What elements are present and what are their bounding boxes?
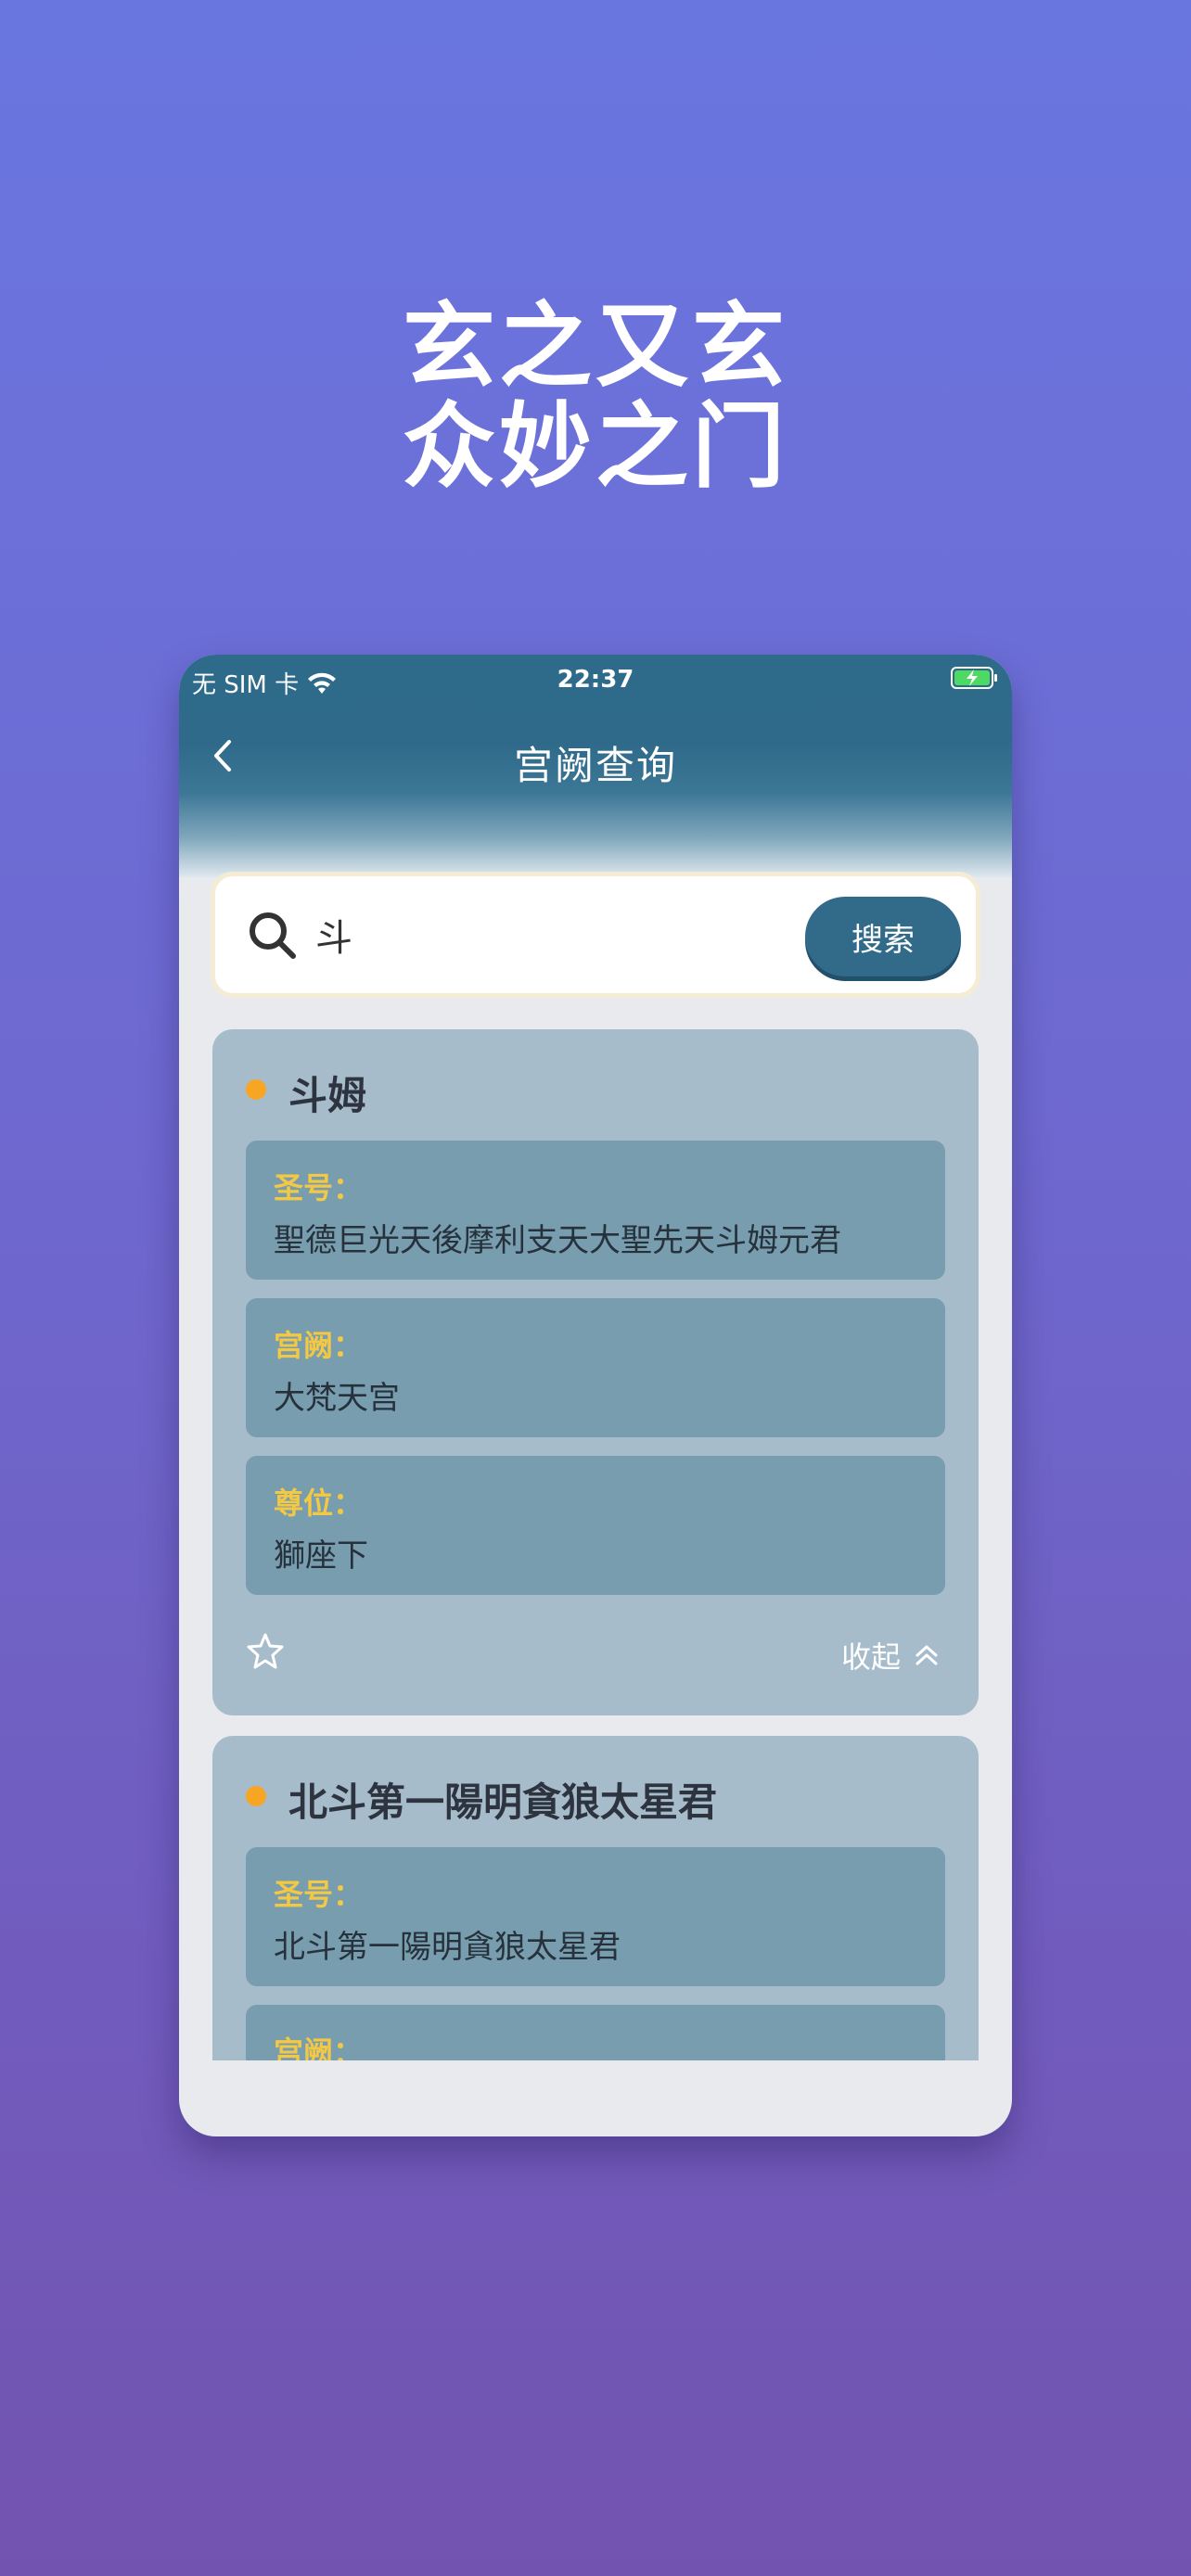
result-card[interactable]: 斗姆 圣号： 聖德巨光天後摩利支天大聖先天斗姆元君 宫阙： 大梵天宫 尊位： 獅… xyxy=(212,1029,979,1715)
search-bar: 搜索 xyxy=(211,872,980,998)
field-label: 尊位： xyxy=(274,1486,364,1521)
field-value: 北斗第一陽明貪狼太星君 xyxy=(274,1929,621,1966)
search-button[interactable]: 搜索 xyxy=(805,897,961,976)
field-holy-name: 圣号： 北斗第一陽明貪狼太星君 xyxy=(246,1847,945,1986)
page-title: 宫阙查询 xyxy=(513,743,677,788)
field-value: 大梵天宫 xyxy=(274,1380,400,1417)
field-label: 圣号： xyxy=(274,1170,364,1205)
field-label: 宫阙： xyxy=(274,2034,364,2060)
battery-charging-icon xyxy=(951,667,997,689)
field-palace: 宫阙： xyxy=(246,2005,945,2060)
collapse-button[interactable]: 收起 xyxy=(841,1634,941,1677)
promo-headline: 玄之又玄 众妙之门 xyxy=(0,297,1191,497)
field-rank: 尊位： 獅座下 xyxy=(246,1456,945,1595)
result-card[interactable]: 北斗第一陽明貪狼太星君 圣号： 北斗第一陽明貪狼太星君 宫阙： xyxy=(212,1736,979,2060)
headline-line-1: 玄之又玄 xyxy=(403,292,788,401)
nav-bar: 宫阙查询 xyxy=(179,710,1012,803)
star-icon[interactable] xyxy=(246,1632,285,1671)
result-title: 北斗第一陽明貪狼太星君 xyxy=(288,1779,718,1825)
bullet-dot xyxy=(246,1786,266,1806)
phone-screen: 无 SIM 卡 22:37 宫阙查询 搜索 xyxy=(179,655,1012,2136)
status-bar: 无 SIM 卡 22:37 xyxy=(179,655,1012,710)
bullet-dot xyxy=(246,1079,266,1100)
field-palace: 宫阙： 大梵天宫 xyxy=(246,1298,945,1437)
status-time: 22:37 xyxy=(557,666,634,694)
double-chevron-up-icon xyxy=(916,1645,938,1665)
field-value: 獅座下 xyxy=(274,1537,368,1575)
field-value: 聖德巨光天後摩利支天大聖先天斗姆元君 xyxy=(274,1222,841,1259)
headline-line-2: 众妙之门 xyxy=(403,392,788,501)
search-icon xyxy=(250,912,296,959)
result-title: 斗姆 xyxy=(288,1073,367,1118)
search-input[interactable] xyxy=(315,902,742,967)
field-label: 圣号： xyxy=(274,1877,364,1912)
collapse-label: 收起 xyxy=(840,1639,901,1675)
field-label: 宫阙： xyxy=(274,1328,364,1363)
field-holy-name: 圣号： 聖德巨光天後摩利支天大聖先天斗姆元君 xyxy=(246,1141,945,1280)
results-list[interactable]: 斗姆 圣号： 聖德巨光天後摩利支天大聖先天斗姆元君 宫阙： 大梵天宫 尊位： 獅… xyxy=(179,1029,1012,2060)
